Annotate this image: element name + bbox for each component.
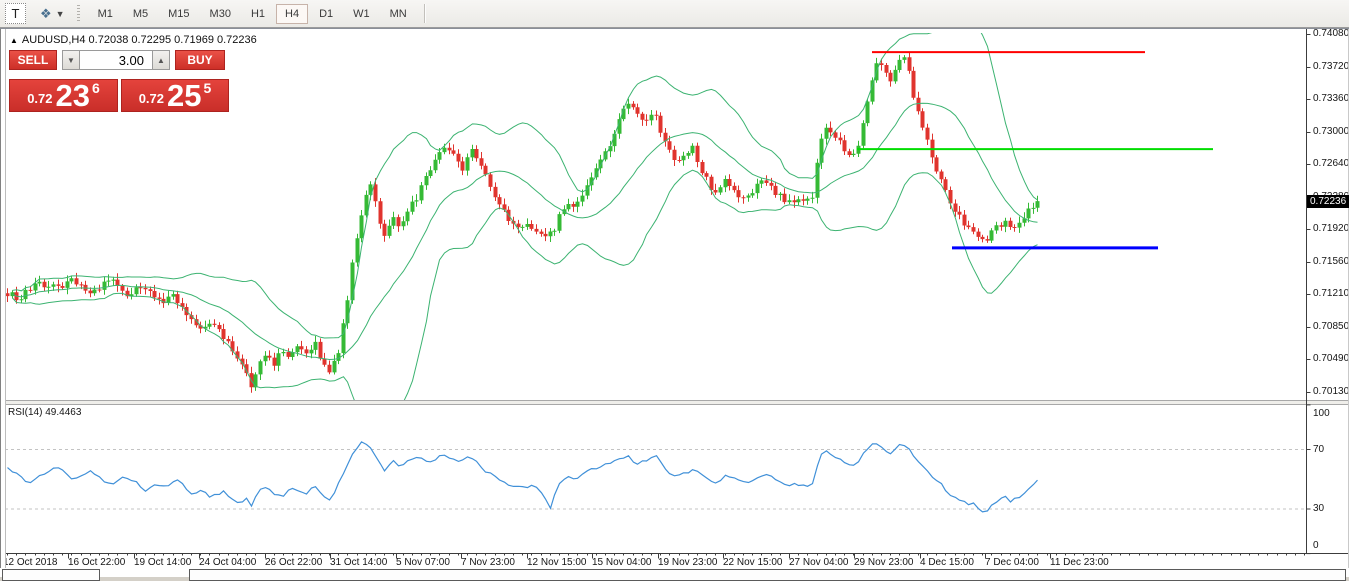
symbol-ohlc-text: AUDUSD,H4 0.72038 0.72295 0.71969 0.7223… — [21, 34, 257, 46]
time-axis-label: 19 Nov 23:00 — [658, 557, 718, 568]
time-axis-label: 7 Dec 04:00 — [985, 557, 1039, 568]
price-axis-label: 0.73720 — [1313, 61, 1349, 72]
price-axis-label: 0.72640 — [1313, 158, 1349, 169]
timeframe-button-d1[interactable]: D1 — [310, 4, 342, 24]
price-axis-label: 0.70130 — [1313, 386, 1349, 397]
cursor-dropdown-icon[interactable]: ▼ — [56, 9, 65, 19]
time-axis-label: 31 Oct 14:00 — [330, 557, 388, 568]
buy-price-big: 25 — [167, 78, 202, 113]
sell-price-box[interactable]: 0.72 23 6 — [9, 79, 118, 112]
background-window-2[interactable] — [189, 569, 1346, 581]
price-axis-label: 0.71560 — [1313, 256, 1349, 267]
text-tool-button[interactable]: T — [5, 3, 26, 24]
volume-decrease-button[interactable]: ▼ — [62, 50, 80, 70]
rsi-scale-label: 30 — [1313, 503, 1325, 514]
price-axis-label: 0.74080 — [1313, 28, 1349, 39]
buy-price-box[interactable]: 0.72 25 5 — [121, 79, 229, 112]
toolbar-grip-handle[interactable] — [76, 4, 80, 23]
price-axis-label: 0.70490 — [1313, 353, 1349, 364]
time-axis-label: 15 Nov 04:00 — [592, 557, 652, 568]
direction-up-icon: ▲ — [10, 36, 18, 45]
timeframe-button-h4[interactable]: H4 — [276, 3, 309, 24]
symbol-ohlc-line: ▲ AUDUSD,H4 0.72038 0.72295 0.71969 0.722… — [10, 34, 257, 46]
rsi-scale-label: 100 — [1313, 408, 1330, 419]
rsi-scale-label: 0 — [1313, 540, 1319, 551]
time-axis-label: 22 Nov 15:00 — [723, 557, 783, 568]
cursor-mode-icon[interactable]: ❖ — [40, 6, 52, 22]
time-axis-label: 29 Nov 23:00 — [854, 557, 914, 568]
one-click-trading-panel: SELL ▼ 3.00 ▲ BUY 0.72 23 6 0.72 25 5 — [9, 50, 231, 112]
buy-button[interactable]: BUY — [175, 50, 225, 70]
volume-increase-button[interactable]: ▲ — [152, 50, 170, 70]
pane-splitter[interactable] — [5, 400, 1349, 405]
price-axis-label: 0.70850 — [1313, 321, 1349, 332]
current-price-tag: 0.72236 — [1307, 195, 1349, 208]
sell-button[interactable]: SELL — [9, 50, 57, 70]
rsi-line — [7, 441, 1038, 513]
time-axis-label: 12 Oct 2018 — [3, 557, 58, 568]
timeframe-button-m1[interactable]: M1 — [89, 4, 122, 24]
volume-input[interactable]: 3.00 — [80, 50, 152, 70]
timeframe-button-m15[interactable]: M15 — [159, 4, 198, 24]
time-axis-label: 16 Oct 22:00 — [68, 557, 126, 568]
top-toolbar: T ❖ ▼ M1 M5 M15 M30 H1 H4 D1 W1 MN — [0, 0, 1349, 28]
time-axis-label: 4 Dec 15:00 — [920, 557, 974, 568]
toolbar-separator — [423, 4, 426, 23]
window-left-frame — [0, 29, 6, 568]
sell-price-pip: 6 — [92, 80, 100, 96]
bollinger-middle-band — [12, 102, 1038, 361]
timeframe-button-m5[interactable]: M5 — [124, 4, 157, 24]
buy-price-pip: 5 — [203, 80, 212, 96]
timeframe-button-w1[interactable]: W1 — [344, 4, 379, 24]
time-axis-label: 5 Nov 07:00 — [396, 557, 450, 568]
buy-price-prefix: 0.72 — [138, 91, 165, 106]
time-axis-label: 12 Nov 15:00 — [527, 557, 587, 568]
rsi-indicator-label: RSI(14) 49.4463 — [8, 407, 82, 418]
background-window-1[interactable] — [2, 569, 100, 581]
time-axis-label: 24 Oct 04:00 — [199, 557, 257, 568]
time-axis-label: 19 Oct 14:00 — [134, 557, 192, 568]
time-axis-label: 7 Nov 23:00 — [461, 557, 515, 568]
timeframe-button-mn[interactable]: MN — [381, 4, 416, 24]
timeframe-button-h1[interactable]: H1 — [242, 4, 274, 24]
sell-price-prefix: 0.72 — [27, 91, 53, 106]
rsi-scale-label: 70 — [1313, 444, 1325, 455]
price-axis-label: 0.73000 — [1313, 126, 1349, 137]
time-axis-label: 26 Oct 22:00 — [265, 557, 323, 568]
price-axis-label: 0.73360 — [1313, 93, 1349, 104]
chart-window: ▲ AUDUSD,H4 0.72038 0.72295 0.71969 0.722… — [0, 28, 1349, 581]
bollinger-lower-band — [12, 169, 1038, 401]
price-axis-label: 0.71210 — [1313, 288, 1349, 299]
timeframe-button-m30[interactable]: M30 — [201, 4, 240, 24]
time-axis-label: 27 Nov 04:00 — [789, 557, 849, 568]
price-axis-label: 0.71920 — [1313, 223, 1349, 234]
time-axis-label: 11 Dec 23:00 — [1050, 557, 1109, 568]
sell-price-big: 23 — [55, 78, 90, 113]
